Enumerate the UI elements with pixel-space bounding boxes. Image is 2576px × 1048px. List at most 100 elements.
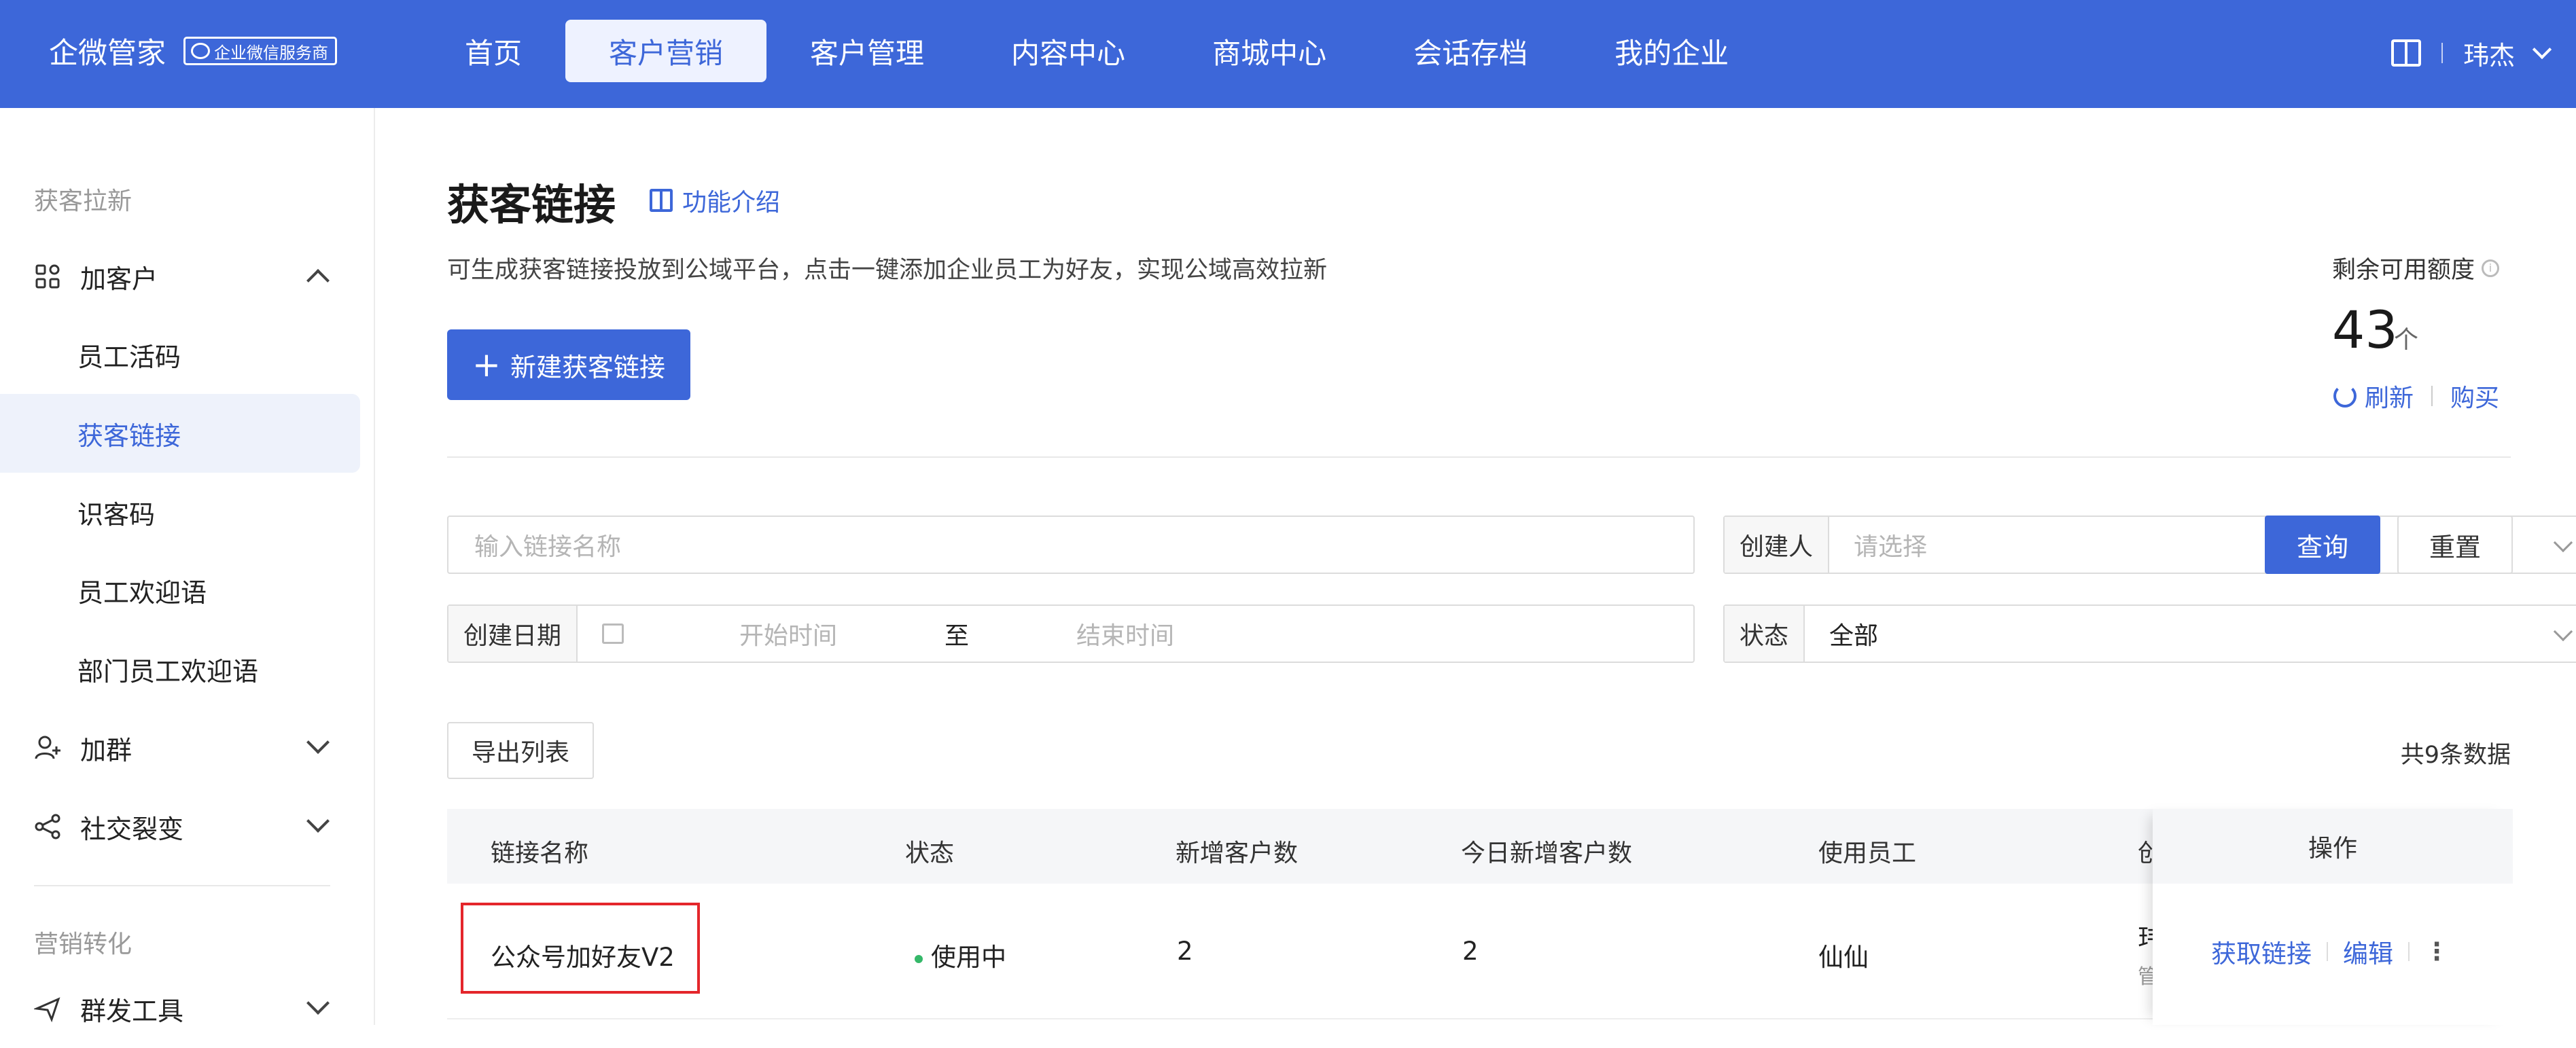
- chevron-down-icon: [306, 731, 330, 754]
- new-link-button[interactable]: + 新建获客链接: [447, 329, 690, 400]
- info-icon[interactable]: i: [2482, 259, 2500, 277]
- nav-mall-center[interactable]: 商城中心: [1169, 20, 1370, 82]
- sidebar-group-acquire: 获客拉新: [34, 187, 133, 215]
- section-divider: [447, 456, 2511, 458]
- share-icon: [35, 814, 60, 839]
- sidebar-item-staff-qrcode[interactable]: 员工活码: [0, 315, 360, 394]
- nav-customer-marketing[interactable]: 客户营销: [565, 20, 767, 82]
- column-actions: 操作: [2153, 809, 2513, 884]
- nav-home[interactable]: 首页: [421, 20, 565, 82]
- status-dot-icon: [915, 954, 923, 963]
- send-icon: [34, 997, 60, 1022]
- sidebar-item-acquisition-link[interactable]: 获客链接: [0, 394, 360, 473]
- column-link-name: 链接名称: [491, 839, 589, 867]
- start-date-input[interactable]: 开始时间: [624, 616, 837, 651]
- sidebar-item-label: 群发工具: [80, 996, 184, 1026]
- user-plus-icon: [35, 736, 60, 759]
- calendar-icon: [602, 624, 624, 644]
- quota-label: 剩余可用额度 i: [2332, 251, 2500, 285]
- sidebar-item-label: 加客户: [80, 264, 158, 294]
- create-date-range[interactable]: 创建日期 开始时间 至 结束时间: [447, 604, 1695, 663]
- help-book-icon[interactable]: [2390, 39, 2421, 67]
- status-value: 全部: [1829, 622, 1879, 650]
- nav-content-center[interactable]: 内容中心: [968, 20, 1169, 82]
- sidebar-item-mass-tool[interactable]: 群发工具: [0, 969, 360, 1048]
- column-today-new: 今日新增客户数: [1461, 839, 1633, 867]
- end-date-input[interactable]: 结束时间: [969, 616, 1174, 651]
- cell-new-customers: 2: [1177, 937, 1193, 966]
- chat-bubble-icon: [191, 43, 210, 59]
- sidebar-item-label: 加群: [80, 735, 133, 765]
- quota-value: 43: [2332, 300, 2398, 360]
- cell-today-new: 2: [1462, 937, 1479, 966]
- status-select[interactable]: 状态 全部: [1723, 604, 2576, 663]
- more-vertical-icon[interactable]: ⋮: [2424, 938, 2449, 966]
- query-button[interactable]: 查询: [2265, 516, 2380, 574]
- refresh-icon[interactable]: [2333, 384, 2357, 408]
- divider: [2408, 942, 2410, 961]
- sidebar-item-staff-welcome[interactable]: 员工欢迎语: [0, 551, 360, 630]
- chevron-down-icon: [306, 810, 330, 833]
- main-nav: 首页 客户营销 客户管理 内容中心 商城中心 会话存档 我的企业: [421, 20, 1772, 82]
- top-navigation-bar: 企微管家 企业微信服务商 首页 客户营销 客户管理 内容中心 商城中心 会话存档…: [0, 0, 2576, 108]
- create-date-label: 创建日期: [448, 606, 578, 662]
- column-staff: 使用员工: [1818, 839, 1917, 867]
- export-list-button[interactable]: 导出列表: [447, 722, 594, 779]
- page-title: 获客链接: [447, 180, 616, 230]
- link-name-placeholder: 输入链接名称: [474, 533, 622, 561]
- highlight-box: [461, 903, 700, 994]
- buy-link[interactable]: 购买: [2450, 378, 2499, 414]
- sidebar-item-social-fission[interactable]: 社交裂变: [0, 787, 360, 866]
- app-logo[interactable]: 企微管家: [49, 30, 166, 72]
- book-icon: [650, 189, 673, 212]
- sidebar-item-add-customer[interactable]: 加客户: [0, 237, 360, 316]
- main-content: 获客链接 功能介绍 可生成获客链接投放到公域平台，点击一键添加企业员工为好友，实…: [375, 108, 2576, 1025]
- range-separator: 至: [945, 622, 970, 650]
- column-status: 状态: [905, 839, 955, 867]
- new-link-label: 新建获客链接: [510, 352, 665, 382]
- chevron-down-icon: [2553, 532, 2573, 553]
- divider: [2327, 942, 2328, 961]
- quota-label-text: 剩余可用额度: [2332, 257, 2475, 284]
- cell-staff: 仙仙: [1818, 943, 1869, 972]
- user-name[interactable]: 玮杰: [2463, 35, 2515, 72]
- creator-placeholder: 请选择: [1854, 533, 1928, 561]
- total-count: 共9条数据: [2400, 742, 2511, 769]
- reset-button[interactable]: 重置: [2397, 516, 2513, 574]
- status-label: 状态: [1725, 606, 1805, 662]
- cell-actions: 获取链接 编辑 ⋮: [2153, 884, 2513, 1019]
- sidebar-divider: [34, 885, 330, 886]
- user-area: 玮杰: [2390, 34, 2552, 72]
- page-description: 可生成获客链接投放到公域平台，点击一键添加企业员工为好友，实现公域高效拉新: [447, 257, 1328, 284]
- feature-intro-link[interactable]: 功能介绍: [650, 183, 780, 218]
- nav-customer-management[interactable]: 客户管理: [766, 20, 968, 82]
- divider: [2441, 43, 2443, 63]
- divider: [2431, 386, 2433, 406]
- sidebar-item-customer-code[interactable]: 识客码: [0, 473, 360, 552]
- chevron-down-icon: [306, 992, 330, 1015]
- chevron-down-icon[interactable]: [2532, 39, 2552, 60]
- sidebar-item-dept-welcome[interactable]: 部门员工欢迎语: [0, 630, 360, 708]
- nav-session-archive[interactable]: 会话存档: [1370, 20, 1571, 82]
- chevron-up-icon: [306, 269, 330, 292]
- sidebar-item-label: 社交裂变: [80, 814, 184, 844]
- grid-icon: [35, 264, 60, 289]
- sidebar-group-conversion: 营销转化: [34, 930, 133, 958]
- nav-my-enterprise[interactable]: 我的企业: [1571, 20, 1772, 82]
- status-text: 使用中: [931, 943, 1006, 972]
- creator-label: 创建人: [1725, 517, 1830, 573]
- link-name-input[interactable]: 输入链接名称: [447, 516, 1695, 574]
- edit-button[interactable]: 编辑: [2343, 933, 2393, 970]
- feature-intro-label: 功能介绍: [682, 189, 781, 217]
- get-link-button[interactable]: 获取链接: [2211, 933, 2312, 970]
- chevron-down-icon: [2553, 621, 2573, 642]
- quota-actions: 刷新 购买: [2333, 378, 2499, 414]
- service-provider-badge: 企业微信服务商: [183, 37, 337, 65]
- sidebar-item-add-group[interactable]: 加群: [0, 708, 360, 787]
- badge-label: 企业微信服务商: [214, 43, 328, 62]
- plus-icon: +: [472, 345, 501, 384]
- column-new-customers: 新增客户数: [1176, 839, 1299, 867]
- refresh-link[interactable]: 刷新: [2365, 378, 2414, 414]
- cell-status: 使用中: [915, 937, 1006, 973]
- quota-unit: 个: [2394, 326, 2419, 354]
